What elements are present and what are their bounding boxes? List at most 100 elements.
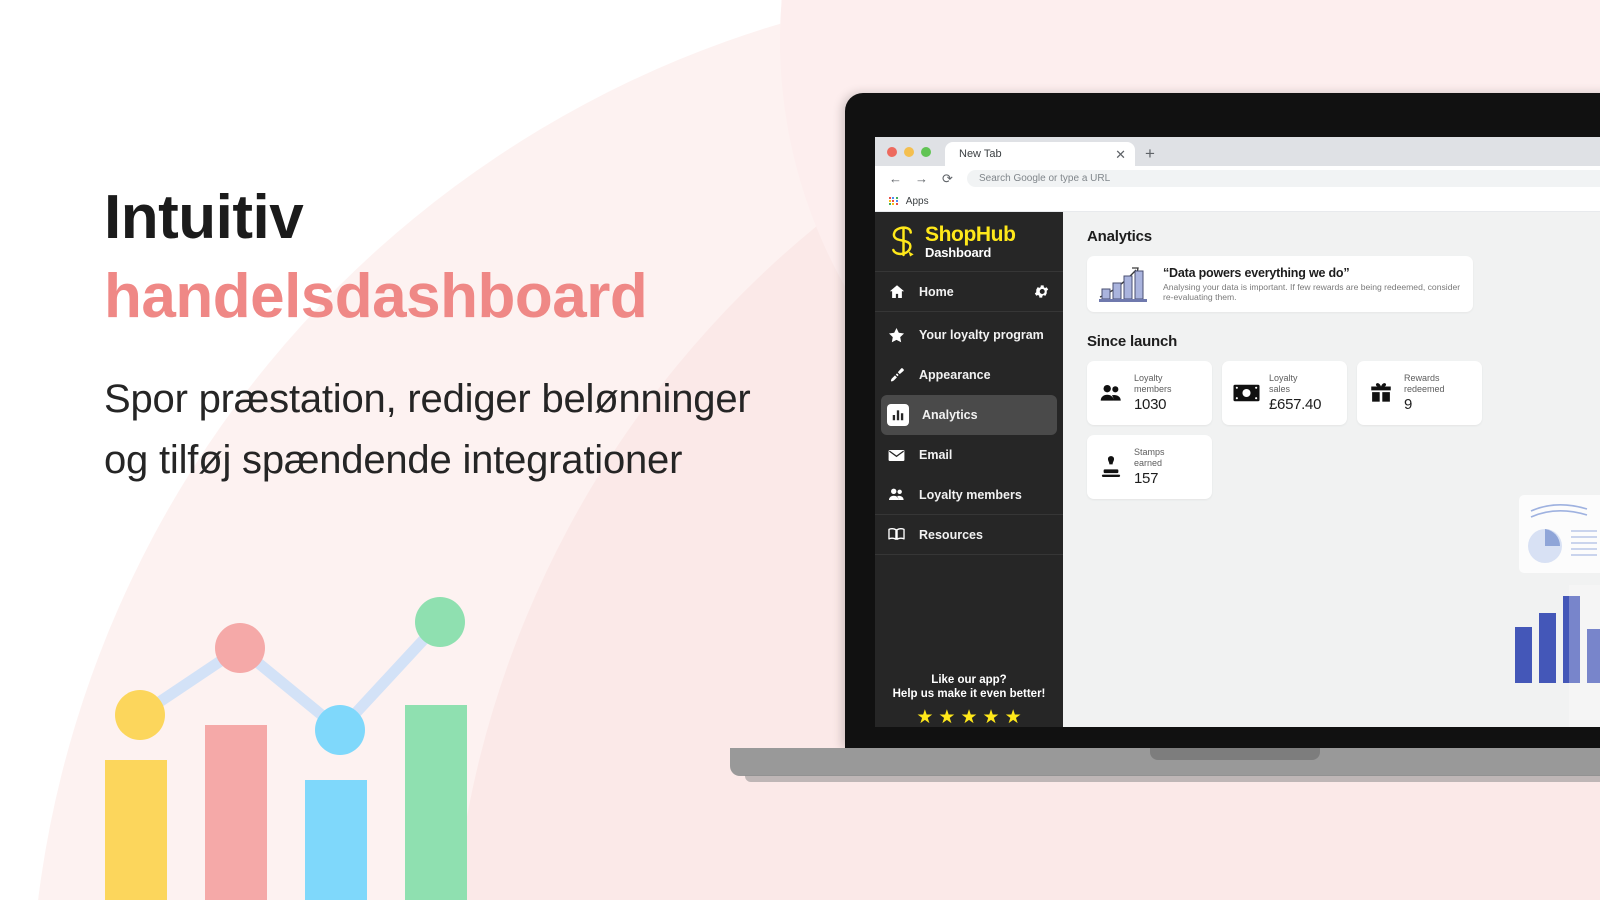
stat-card-loyalty-members[interactable]: Loyalty members 1030	[1087, 361, 1212, 425]
shophub-logo-icon	[892, 225, 914, 256]
sidebar-nav-group: Your loyalty program Appearance Analytic…	[875, 312, 1063, 555]
stat-label-loyalty-sales: Loyalty sales	[1269, 373, 1321, 395]
star-icon	[887, 326, 906, 345]
sidebar-item-label-loyalty-program: Your loyalty program	[919, 328, 1044, 342]
main-content: Analytics “Data powers everything we do”…	[1063, 212, 1600, 727]
bookmark-apps-label[interactable]: Apps	[906, 196, 929, 207]
rating-prompt: Like our app? Help us make it even bette…	[875, 634, 1063, 727]
sidebar-item-appearance[interactable]: Appearance	[875, 355, 1063, 395]
sidebar-item-label-home: Home	[919, 284, 954, 299]
star-icon-4[interactable]: ★	[983, 708, 1000, 727]
paintbrush-icon	[887, 366, 906, 385]
stat-value-loyalty-members: 1030	[1134, 396, 1167, 414]
sidebar-item-analytics[interactable]: Analytics	[881, 395, 1057, 435]
chart-bar-1	[105, 760, 167, 900]
star-icon-2[interactable]: ★	[938, 708, 955, 727]
stat-label-line2: members	[1134, 383, 1172, 394]
back-arrow-icon[interactable]: ←	[889, 171, 902, 186]
browser-tab[interactable]: New Tab ✕	[945, 142, 1135, 166]
sidebar-item-your-loyalty-program[interactable]: Your loyalty program	[875, 315, 1063, 355]
browser-tab-title: New Tab	[959, 148, 1002, 160]
minimize-window-button[interactable]	[904, 146, 914, 157]
gear-icon[interactable]	[1032, 282, 1051, 301]
sidebar-item-email[interactable]: Email	[875, 435, 1063, 475]
stat-value-rewards-redeemed: 9	[1404, 396, 1413, 414]
star-icon-5[interactable]: ★	[1005, 708, 1022, 727]
gift-icon	[1367, 379, 1395, 407]
hero-title-line2: handelsdashboard	[104, 262, 648, 332]
quote-headline: “Data powers everything we do”	[1163, 265, 1350, 280]
banknote-icon	[1232, 379, 1260, 407]
people-icon	[1097, 379, 1125, 407]
sidebar: ShopHub Dashboard Home Your loyalty prog…	[875, 212, 1063, 727]
stat-label-rewards-redeemed: Rewards redeemed	[1404, 373, 1445, 395]
rating-prompt-line2: Help us make it even better!	[892, 688, 1046, 700]
stats-cards: Loyalty members 1030 Loyalty sales £657.…	[1087, 361, 1507, 499]
sidebar-item-loyalty-members[interactable]: Loyalty members	[875, 475, 1063, 515]
chart-bar-4	[405, 705, 467, 900]
glass-overlay	[1569, 585, 1600, 727]
sidebar-item-label-loyalty-members: Loyalty members	[919, 487, 1022, 502]
stamp-icon	[1097, 453, 1125, 481]
laptop-base-shadow	[745, 775, 1600, 782]
brand-name: ShopHub	[925, 223, 1016, 246]
quote-body: Analysing your data is important. If few…	[1163, 281, 1461, 302]
url-input[interactable]: Search Google or type a URL	[967, 170, 1600, 187]
laptop-lid: New Tab ✕ + ← → ⟳ Search Google or type …	[845, 93, 1600, 748]
people-icon	[887, 485, 906, 504]
chart-bar-3	[305, 780, 367, 900]
stat-label-line1: Loyalty	[1134, 372, 1163, 383]
growth-chart-icon	[1099, 267, 1147, 302]
bar-chart-icon	[887, 404, 909, 426]
sidebar-item-label-email: Email	[919, 448, 953, 462]
reload-icon[interactable]: ⟳	[941, 171, 954, 187]
rating-stars[interactable]: ★ ★ ★ ★ ★	[885, 708, 1053, 727]
stat-label-line1: Rewards	[1404, 372, 1440, 383]
person-illustration	[1515, 495, 1600, 727]
stat-label-stamps-earned: Stamps earned	[1134, 447, 1165, 469]
stat-card-stamps-earned[interactable]: Stamps earned 157	[1087, 435, 1212, 499]
stat-label-line2: redeemed	[1404, 383, 1445, 394]
brand-logo[interactable]: ShopHub Dashboard	[875, 212, 1063, 272]
sidebar-item-resources[interactable]: Resources	[875, 515, 1063, 555]
laptop-base	[730, 748, 1600, 776]
since-launch-title: Since launch	[1087, 333, 1178, 350]
stat-card-loyalty-sales[interactable]: Loyalty sales £657.40	[1222, 361, 1347, 425]
apps-grid-icon[interactable]	[889, 196, 898, 206]
hero-section: Intuitiv handelsdashboard Spor præstatio…	[104, 178, 804, 490]
stat-label-loyalty-members: Loyalty members	[1134, 373, 1172, 395]
sidebar-item-label-resources: Resources	[919, 527, 983, 542]
forward-arrow-icon[interactable]: →	[915, 171, 928, 186]
close-icon[interactable]: ✕	[1115, 148, 1126, 161]
stat-card-rewards-redeemed[interactable]: Rewards redeemed 9	[1357, 361, 1482, 425]
book-icon	[887, 525, 906, 544]
page-title: Intuitiv handelsdashboard	[104, 178, 804, 337]
window-controls	[887, 137, 945, 166]
bookmarks-bar: Apps	[875, 191, 1600, 212]
maximize-window-button[interactable]	[921, 146, 931, 157]
laptop-mockup: New Tab ✕ + ← → ⟳ Search Google or type …	[730, 93, 1600, 782]
dashboard: ShopHub Dashboard Home Your loyalty prog…	[875, 212, 1600, 727]
stat-label-line1: Stamps	[1134, 446, 1165, 457]
envelope-icon	[887, 446, 906, 465]
chart-bar-2	[205, 725, 267, 900]
chart-point-4	[415, 597, 465, 647]
stat-label-line1: Loyalty	[1269, 372, 1298, 383]
home-icon	[887, 282, 906, 301]
chart-point-3	[315, 705, 365, 755]
content-page-title: Analytics	[1087, 228, 1152, 245]
decorative-bar-chart	[105, 597, 467, 900]
laptop-screen: New Tab ✕ + ← → ⟳ Search Google or type …	[875, 137, 1600, 727]
star-icon-3[interactable]: ★	[960, 708, 977, 727]
stat-value-loyalty-sales: £657.40	[1269, 396, 1322, 414]
sidebar-item-label-analytics: Analytics	[922, 408, 978, 422]
close-window-button[interactable]	[887, 146, 897, 157]
hero-title-line1: Intuitiv	[104, 183, 304, 252]
chart-line	[134, 616, 446, 736]
rating-prompt-line1: Like our app?	[931, 674, 1007, 686]
chart-point-2	[215, 623, 265, 673]
star-icon-1[interactable]: ★	[916, 708, 933, 727]
new-tab-button[interactable]: +	[1135, 142, 1165, 166]
hero-subtitle: Spor præstation, rediger belønninger og …	[104, 376, 751, 482]
sidebar-item-home[interactable]: Home	[875, 272, 1063, 312]
